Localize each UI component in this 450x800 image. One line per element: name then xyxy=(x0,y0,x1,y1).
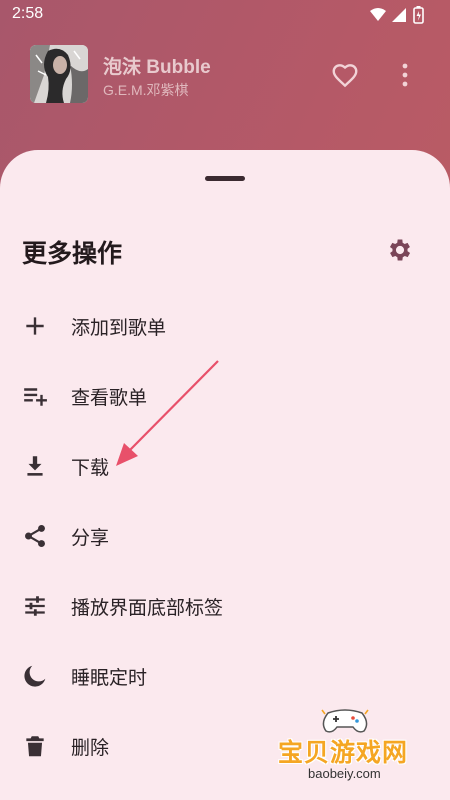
menu-item-download[interactable]: 下载 xyxy=(0,435,450,495)
wifi-icon xyxy=(370,8,386,21)
moon-icon xyxy=(24,665,46,687)
menu-item-label: 查看歌单 xyxy=(71,387,148,409)
battery-icon xyxy=(413,6,424,24)
status-bar: 2:58 xyxy=(0,0,450,30)
album-art[interactable] xyxy=(30,45,88,103)
menu-item-label: 睡眠定时 xyxy=(71,667,148,689)
sheet-title: 更多操作 xyxy=(22,239,123,268)
menu-item-add-to-playlist[interactable]: 添加到歌单 xyxy=(0,295,450,355)
song-artist: G.E.M.邓紫棋 xyxy=(103,82,189,98)
download-icon xyxy=(27,456,43,476)
drag-handle[interactable] xyxy=(205,176,245,181)
menu-item-share[interactable]: 分享 xyxy=(0,505,450,565)
song-title: 泡沫 Bubble xyxy=(103,57,211,78)
signal-icon xyxy=(392,8,406,22)
watermark-text: 宝贝游戏网 xyxy=(278,738,409,767)
plus-icon xyxy=(26,317,44,335)
playlist-add-icon xyxy=(24,388,47,406)
more-actions-sheet: 更多操作 添加到歌单 查看歌单 下载 分享 播放界面底部标签 睡眠定时 删除 xyxy=(0,150,450,800)
share-icon xyxy=(25,524,45,548)
menu-item-label: 播放界面底部标签 xyxy=(71,597,224,619)
tune-icon xyxy=(25,596,45,616)
watermark: 宝贝游戏网 baobeiy.com xyxy=(270,705,450,800)
watermark-url: baobeiy.com xyxy=(308,766,381,781)
status-time: 2:58 xyxy=(12,5,44,22)
more-vertical-icon[interactable] xyxy=(395,60,415,90)
menu-item-label: 下载 xyxy=(71,457,110,479)
menu-item-label: 分享 xyxy=(71,527,110,549)
menu-item-sleep-timer[interactable]: 睡眠定时 xyxy=(0,645,450,705)
now-playing-bar[interactable]: 泡沫 Bubble G.E.M.邓紫棋 xyxy=(0,30,450,140)
trash-icon xyxy=(26,736,44,757)
menu-item-player-bottom-tabs[interactable]: 播放界面底部标签 xyxy=(0,575,450,635)
gear-icon[interactable] xyxy=(386,236,414,264)
menu-item-label: 删除 xyxy=(71,737,110,759)
heart-outline-icon[interactable] xyxy=(330,60,360,90)
menu-item-view-playlist[interactable]: 查看歌单 xyxy=(0,365,450,425)
menu-item-label: 添加到歌单 xyxy=(71,317,167,339)
gamepad-icon xyxy=(321,709,369,733)
status-icons xyxy=(370,6,424,24)
